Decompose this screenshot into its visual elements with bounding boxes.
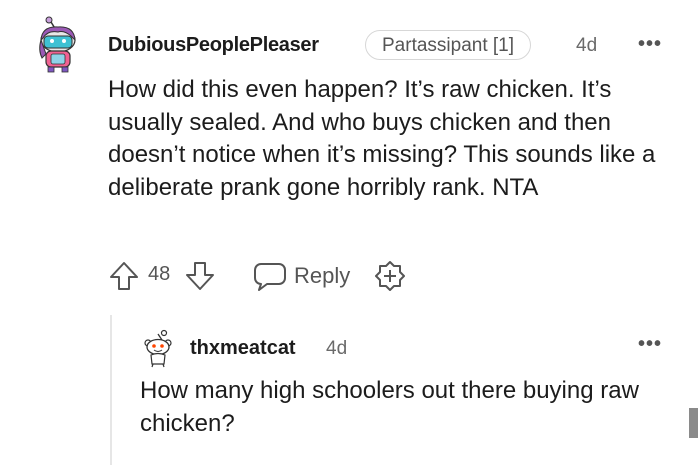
user-avatar[interactable]	[34, 14, 80, 74]
thread-collapse-line[interactable]	[110, 315, 112, 465]
upvote-arrow-icon	[110, 262, 138, 290]
reply-username-link[interactable]: thxmeatcat	[190, 337, 296, 360]
award-plus-icon	[375, 261, 405, 291]
more-options-button[interactable]: •••	[638, 33, 662, 56]
reply-user-avatar[interactable]	[140, 328, 176, 368]
snoo-avatar-icon	[39, 16, 76, 73]
reply-more-options-button[interactable]: •••	[638, 333, 662, 356]
reply-button-label[interactable]: Reply	[294, 263, 350, 289]
vote-count: 48	[148, 263, 171, 285]
comment-body: How did this even happen? It’s raw chick…	[108, 76, 656, 201]
comment-timestamp[interactable]: 4d	[576, 35, 597, 57]
scrollbar-thumb[interactable]	[689, 408, 698, 438]
username-link[interactable]: DubiousPeoplePleaser	[108, 34, 319, 57]
reply-bubble-icon	[254, 263, 286, 291]
reply-button[interactable]	[253, 260, 287, 297]
reply-body: How many high schoolers out there buying…	[140, 377, 639, 437]
snoo-default-avatar-icon	[144, 329, 172, 368]
reply-timestamp[interactable]: 4d	[326, 338, 347, 360]
user-flair-badge: Partassipant [1]	[365, 30, 532, 60]
award-button[interactable]	[374, 260, 406, 297]
downvote-button[interactable]	[184, 260, 216, 297]
upvote-button[interactable]	[108, 260, 140, 297]
downvote-arrow-icon	[186, 262, 214, 290]
comment: DubiousPeoplePleaser Partassipant [1] 4d…	[0, 0, 700, 465]
